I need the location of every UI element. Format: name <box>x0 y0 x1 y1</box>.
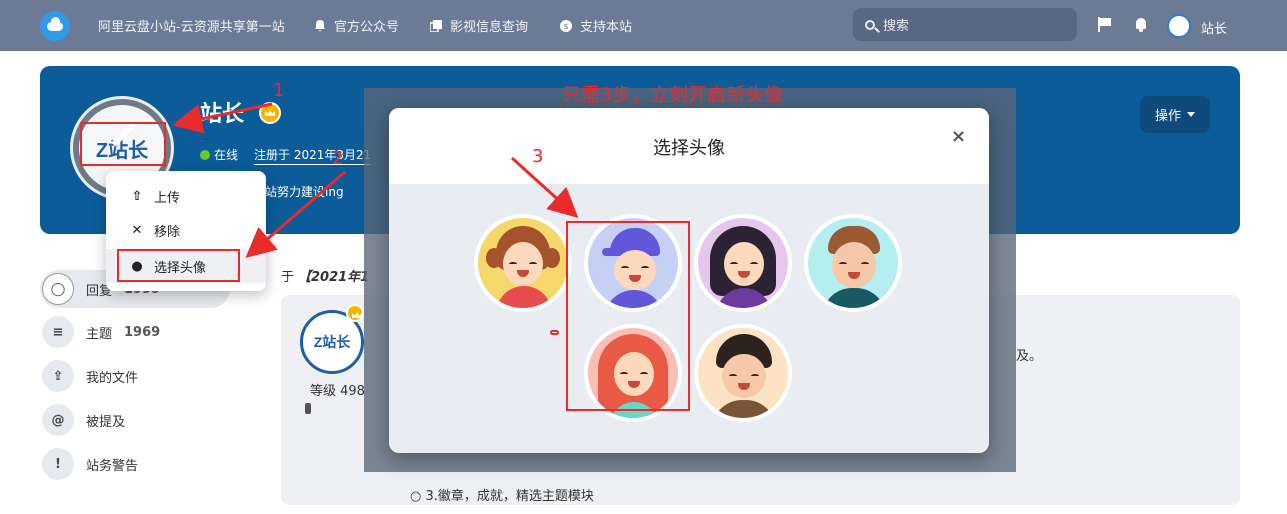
arrow-step-1 <box>172 102 273 134</box>
arrow-step-2 <box>245 170 346 258</box>
annotation-arrows <box>172 102 579 258</box>
arrow-step-3 <box>510 156 579 219</box>
